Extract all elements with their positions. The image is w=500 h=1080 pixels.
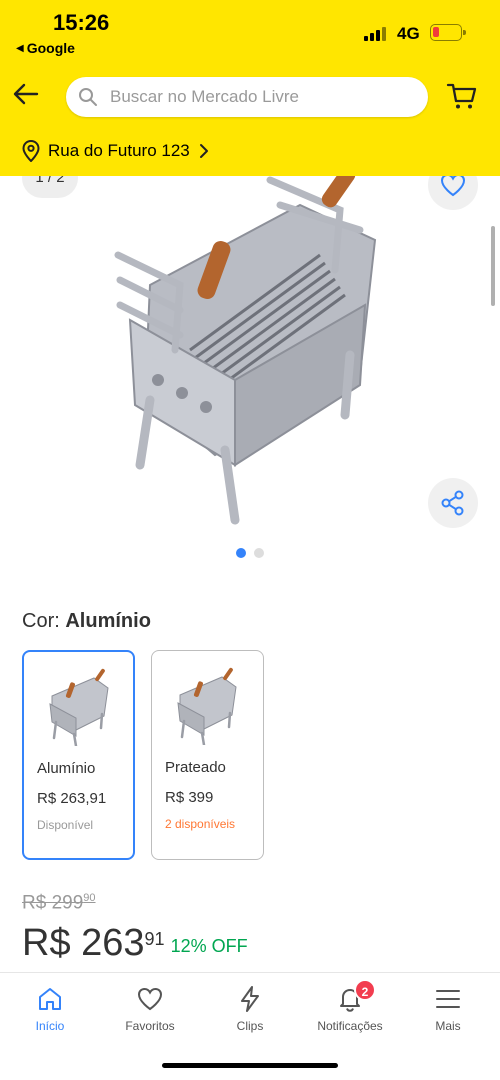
nav-item-inicio[interactable]: Início xyxy=(0,985,100,1041)
address-text: Rua do Futuro 123 xyxy=(48,141,190,160)
color-label: Cor: Alumínio xyxy=(22,610,151,633)
color-label-prefix: Cor: xyxy=(22,610,60,632)
nav-item-mais[interactable]: Mais xyxy=(398,985,498,1041)
network-type: 4G xyxy=(397,24,420,43)
heart-icon xyxy=(440,173,466,197)
original-price-cents: 90 xyxy=(83,892,96,904)
share-icon xyxy=(441,490,464,516)
selected-color-name: Alumínio xyxy=(65,610,151,632)
current-price-cents: 91 xyxy=(144,929,165,950)
status-time: 15:26 xyxy=(53,10,110,35)
back-triangle-icon: ◀ xyxy=(16,42,24,54)
original-price-main: R$ 299 xyxy=(22,892,84,914)
location-pin-icon xyxy=(22,140,40,162)
original-price: R$ 29990 xyxy=(22,892,96,914)
nav-label: Favoritos xyxy=(125,1019,175,1033)
home-indicator[interactable] xyxy=(162,1063,338,1068)
variant-stock: 2 disponíveis xyxy=(165,817,236,831)
pagination-dot-active[interactable] xyxy=(236,548,246,558)
nav-label: Clips xyxy=(236,1019,264,1033)
product-page: 15:26 ◀ Google 4G Buscar no Mercado Livr… xyxy=(0,0,500,1080)
battery-icon xyxy=(430,24,466,41)
share-button[interactable] xyxy=(428,478,478,528)
cart-icon[interactable] xyxy=(446,80,478,112)
gallery-pagination xyxy=(0,548,500,560)
status-bar: 15:26 ◀ Google 4G xyxy=(0,0,500,62)
current-price-main: R$ 263 xyxy=(22,922,145,964)
app-header: 15:26 ◀ Google 4G Buscar no Mercado Livr… xyxy=(0,0,500,176)
notification-badge: 2 xyxy=(354,979,376,1001)
delivery-address[interactable]: Rua do Futuro 123 xyxy=(22,140,210,162)
heart-icon xyxy=(137,987,163,1011)
variant-card-aluminio[interactable]: Alumínio R$ 263,91 Disponível xyxy=(22,650,135,860)
variant-thumbnail xyxy=(49,668,109,746)
discount-badge: 12% OFF xyxy=(170,936,248,956)
nav-label: Mais xyxy=(435,1019,461,1033)
pagination-dot[interactable] xyxy=(254,548,264,558)
back-to-app-link[interactable]: ◀ Google xyxy=(16,40,75,56)
scrollbar[interactable] xyxy=(491,226,495,306)
nav-item-clips[interactable]: Clips xyxy=(200,985,300,1041)
product-gallery[interactable]: 1 / 2 xyxy=(0,150,500,570)
variant-thumbnail xyxy=(177,667,237,745)
variant-stock: Disponível xyxy=(37,818,94,832)
variant-name: Prateado xyxy=(165,759,226,776)
nav-label: Notificações xyxy=(317,1019,383,1033)
search-icon xyxy=(79,88,97,106)
back-arrow-icon[interactable] xyxy=(12,80,40,108)
search-input[interactable] xyxy=(110,82,410,112)
nav-item-notificacoes[interactable]: 2 Notificações xyxy=(300,979,400,1041)
signal-icon xyxy=(364,26,388,41)
nav-item-favoritos[interactable]: Favoritos xyxy=(100,985,200,1041)
bolt-icon xyxy=(241,986,259,1012)
variant-price: R$ 399 xyxy=(165,789,214,806)
variant-card-prateado[interactable]: Prateado R$ 399 2 disponíveis xyxy=(151,650,264,860)
current-price: R$ 26391 12% OFF xyxy=(22,922,248,965)
menu-icon xyxy=(436,990,460,1008)
nav-label: Início xyxy=(35,1019,65,1033)
variant-price: R$ 263,91 xyxy=(37,790,107,807)
home-icon xyxy=(39,988,61,1010)
chevron-right-icon xyxy=(199,144,208,158)
product-image[interactable] xyxy=(110,165,390,530)
search-box[interactable] xyxy=(66,77,428,117)
back-app-label: Google xyxy=(26,40,75,56)
variant-name: Alumínio xyxy=(37,760,96,777)
